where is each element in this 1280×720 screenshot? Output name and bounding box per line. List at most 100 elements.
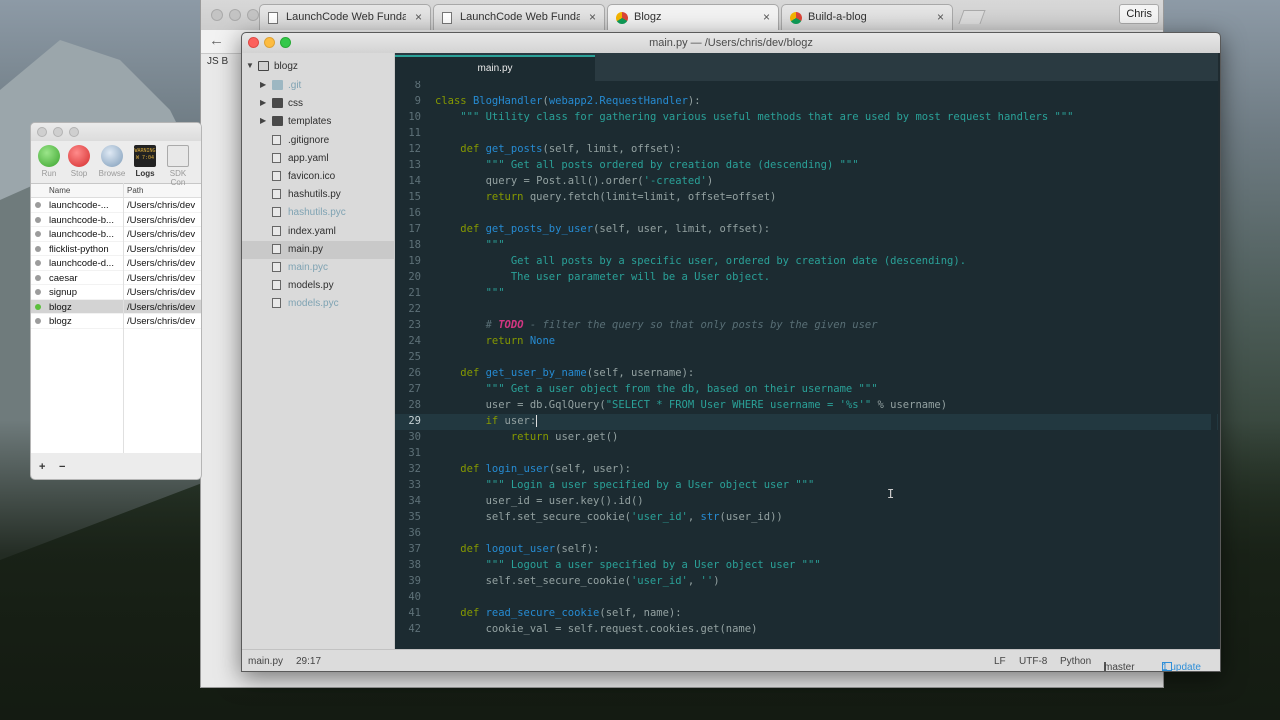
launcher-close-button[interactable] — [37, 127, 47, 137]
tree-item-app-yaml[interactable]: app.yaml — [242, 150, 395, 168]
launcher-project-row[interactable]: launchcode-b... /Users/chris/dev — [31, 227, 201, 242]
grammar-selector[interactable]: Python — [1060, 656, 1091, 667]
project-root[interactable]: ▼ blogz — [242, 58, 395, 76]
browser-close-button[interactable] — [211, 9, 223, 21]
code-text: Get all posts by a specific user, ordere… — [510, 255, 967, 267]
browser-tab[interactable]: Blogz × — [607, 4, 779, 30]
launcher-project-row[interactable]: launchcode-... /Users/chris/dev — [31, 198, 201, 213]
code-line[interactable]: 29 if user: — [395, 414, 1218, 430]
code-line[interactable]: 28 user = db.GqlQuery("SELECT * FROM Use… — [395, 398, 1218, 414]
project-path: /Users/chris/dev — [127, 229, 196, 240]
tree-item-models-pyc[interactable]: models.pyc — [242, 295, 395, 313]
launcher-project-row[interactable]: signup/Users/chris/dev — [31, 285, 201, 300]
code-line[interactable]: 39 self.set_secure_cookie('user_id', '') — [395, 574, 1218, 590]
launcher-tool-stop[interactable]: Stop — [64, 145, 94, 178]
bookmark-item[interactable]: JS B — [207, 56, 228, 67]
new-tab-button[interactable] — [958, 10, 986, 24]
code-line[interactable]: 36 — [395, 526, 1218, 542]
code-line[interactable]: 38 """ Logout a user specified by a User… — [395, 558, 1218, 574]
code-line[interactable]: 32 def login_user(self, user): — [395, 462, 1218, 478]
editor-minimize-button[interactable] — [264, 37, 275, 48]
tree-item-main-pyc[interactable]: main.pyc — [242, 259, 395, 277]
close-tab-icon[interactable]: × — [763, 10, 770, 24]
code-line[interactable]: 33 """ Login a user specified by a User … — [395, 478, 1218, 494]
tree-item-index-yaml[interactable]: index.yaml — [242, 223, 395, 241]
code-line[interactable]: 42 cookie_val = self.request.cookies.get… — [395, 622, 1218, 638]
code-line[interactable]: 23 # TODO - filter the query so that onl… — [395, 318, 1218, 334]
launcher-tool-logs[interactable]: WARNING W 7:04 Logs — [130, 145, 160, 178]
launcher-project-row[interactable]: blogz/Users/chris/dev — [31, 299, 201, 314]
browser-tab[interactable]: LaunchCode Web Fundamenta × — [433, 4, 605, 30]
path-column-header[interactable]: Path — [127, 186, 143, 195]
launcher-project-row[interactable]: caesar/Users/chris/dev — [31, 271, 201, 285]
browser-tab[interactable]: LaunchCode Web Fundamenta × — [259, 4, 431, 30]
code-line[interactable]: 18 """ — [395, 238, 1218, 254]
editor-zoom-button[interactable] — [280, 37, 291, 48]
code-line[interactable]: 26 def get_user_by_name(self, username): — [395, 366, 1218, 382]
code-line[interactable]: 21 """ — [395, 286, 1218, 302]
status-bar: main.py 29:17 LF UTF-8 Python master 1 u… — [242, 649, 1220, 671]
code-line[interactable]: 11 — [395, 126, 1218, 142]
tree-item-git[interactable]: ▶ .git — [242, 77, 395, 95]
launcher-tool-run[interactable]: Run — [34, 145, 64, 178]
back-arrow-icon[interactable]: ← — [209, 32, 224, 49]
code-line[interactable]: 16 — [395, 206, 1218, 222]
vertical-scrollbar[interactable] — [1211, 81, 1217, 645]
code-line[interactable]: 20 The user parameter will be a User obj… — [395, 270, 1218, 286]
tree-item-css[interactable]: ▶ css — [242, 95, 395, 113]
remove-project-button[interactable]: − — [59, 461, 65, 473]
code-line[interactable]: 27 """ Get a user object from the db, ba… — [395, 382, 1218, 398]
close-tab-icon[interactable]: × — [937, 10, 944, 24]
file-encoding[interactable]: UTF-8 — [1019, 656, 1047, 667]
code-line[interactable]: 13 """ Get all posts ordered by creation… — [395, 158, 1218, 174]
code-line[interactable]: 9 class BlogHandler(webapp2.RequestHandle… — [395, 94, 1218, 110]
browser-tab[interactable]: Build-a-blog × — [781, 4, 953, 30]
launcher-project-row[interactable]: flicklist-python/Users/chris/dev — [31, 242, 201, 256]
tab-main-py[interactable]: main.py — [395, 55, 595, 81]
tree-item-models-py[interactable]: models.py — [242, 277, 395, 295]
launcher-tool-browse[interactable]: Browse — [97, 145, 127, 178]
launcher-tool-sdk-con[interactable]: SDK Con — [163, 145, 193, 187]
line-ending[interactable]: LF — [994, 656, 1006, 667]
launcher-minimize-button[interactable] — [53, 127, 63, 137]
code-line[interactable]: 8 — [395, 81, 1218, 94]
launcher-zoom-button[interactable] — [69, 127, 79, 137]
tree-item-hashutils-py[interactable]: hashutils.py — [242, 186, 395, 204]
code-line[interactable]: 31 — [395, 446, 1218, 462]
tree-item-templates[interactable]: ▶ templates — [242, 113, 395, 131]
browser-minimize-button[interactable] — [229, 9, 241, 21]
code-text: if user: — [485, 415, 538, 427]
code-line[interactable]: 15 return query.fetch(limit=limit, offse… — [395, 190, 1218, 206]
code-line[interactable]: 30 return user.get() — [395, 430, 1218, 446]
cursor-position[interactable]: 29:17 — [296, 656, 321, 667]
code-line[interactable]: 41 def read_secure_cookie(self, name): — [395, 606, 1218, 622]
code-line[interactable]: 34 user_id = user.key().id() — [395, 494, 1218, 510]
launcher-project-row[interactable]: launchcode-b... /Users/chris/dev — [31, 213, 201, 227]
close-tab-icon[interactable]: × — [415, 10, 422, 24]
profile-button[interactable]: Chris — [1119, 4, 1159, 24]
code-line[interactable]: 40 — [395, 590, 1218, 606]
launcher-project-row[interactable]: blogz/Users/chris/dev — [31, 314, 201, 329]
code-line[interactable]: 12 def get_posts(self, limit, offset): — [395, 142, 1218, 158]
browser-zoom-button[interactable] — [247, 9, 259, 21]
editor-close-button[interactable] — [248, 37, 259, 48]
name-column-header[interactable]: Name — [49, 186, 70, 195]
code-line[interactable]: 37 def logout_user(self): — [395, 542, 1218, 558]
code-line[interactable]: 19 Get all posts by a specific user, ord… — [395, 254, 1218, 270]
code-area[interactable]: 8 9 class BlogHandler(webapp2.RequestHandl… — [395, 81, 1218, 649]
code-line[interactable]: 35 self.set_secure_cookie('user_id', str… — [395, 510, 1218, 526]
code-line[interactable]: 17 def get_posts_by_user(self, user, lim… — [395, 222, 1218, 238]
code-line[interactable]: 24 return None — [395, 334, 1218, 350]
code-line[interactable]: 14 query = Post.all().order('-created') — [395, 174, 1218, 190]
code-line[interactable]: 25 — [395, 350, 1218, 366]
status-file[interactable]: main.py — [248, 656, 283, 667]
launcher-project-row[interactable]: launchcode-d... /Users/chris/dev — [31, 256, 201, 271]
tree-item-favicon-ico[interactable]: favicon.ico — [242, 168, 395, 186]
code-line[interactable]: 22 — [395, 302, 1218, 318]
tree-item-gitignore[interactable]: .gitignore — [242, 132, 395, 150]
tree-item-hashutils-pyc[interactable]: hashutils.pyc — [242, 204, 395, 222]
add-project-button[interactable]: + — [39, 461, 45, 473]
code-line[interactable]: 10 """ Utility class for gathering vario… — [395, 110, 1218, 126]
close-tab-icon[interactable]: × — [589, 10, 596, 24]
tree-item-main-py[interactable]: main.py — [242, 240, 395, 259]
